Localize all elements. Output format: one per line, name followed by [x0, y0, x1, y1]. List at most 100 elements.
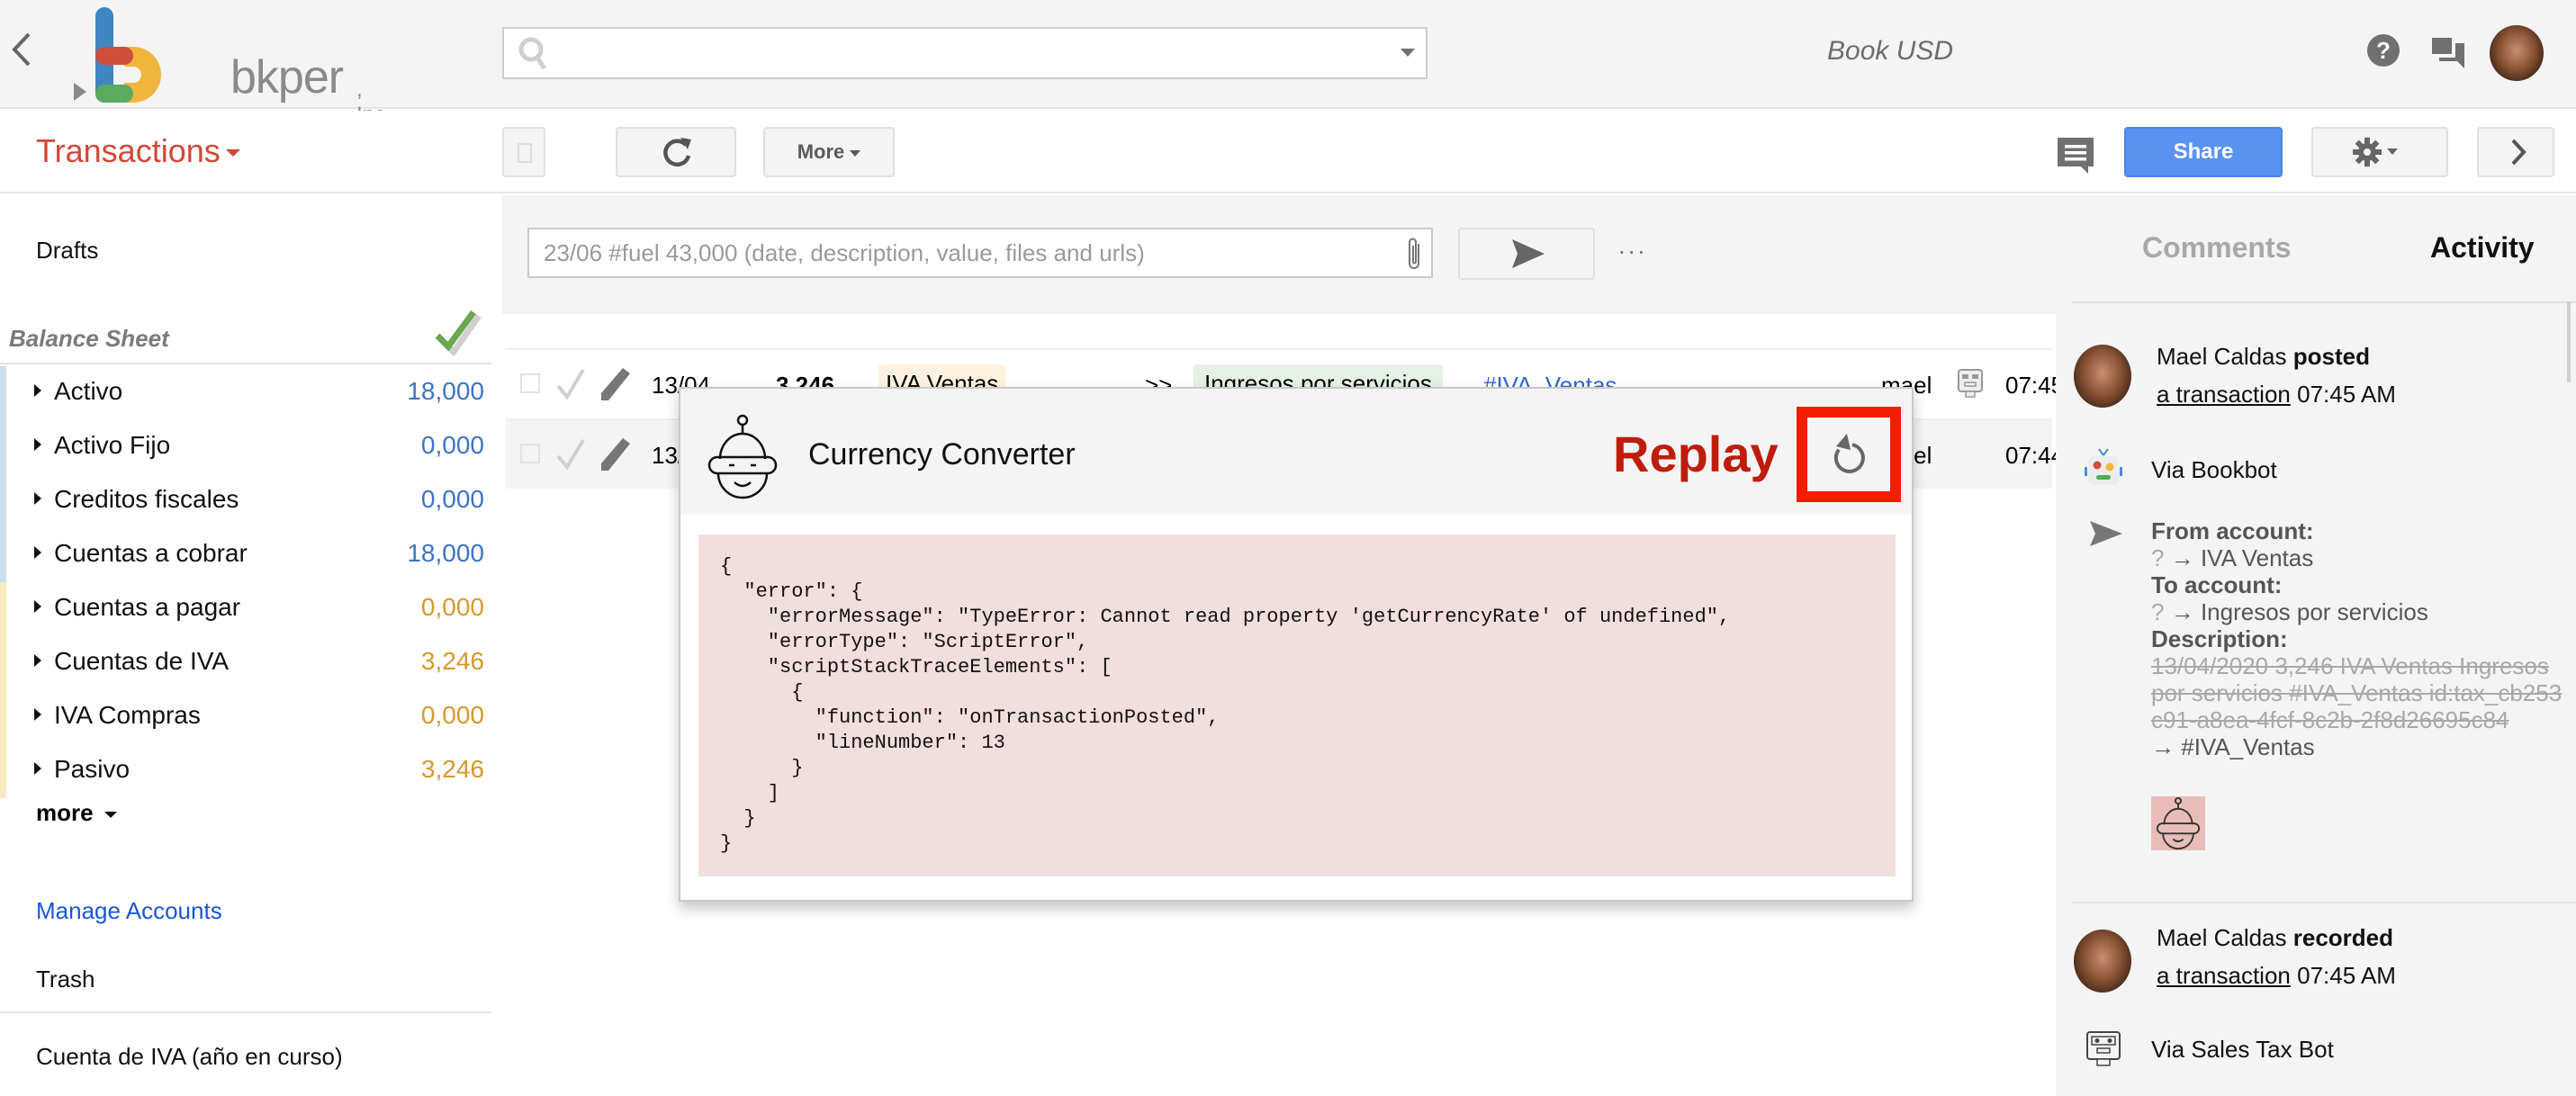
select-all-button[interactable]: [502, 127, 545, 177]
activity-object-link[interactable]: a transaction: [2157, 962, 2291, 989]
account-name: Cuentas a pagar: [54, 593, 241, 621]
to-account-change: ? → Ingresos por servicios: [2151, 598, 2565, 625]
replay-button[interactable]: [1797, 407, 1901, 502]
sidebar-item-drafts[interactable]: Drafts: [36, 237, 98, 265]
edit-pencil-icon[interactable]: [599, 366, 632, 402]
expand-triangle-icon[interactable]: [34, 762, 41, 775]
account-balance: 3,246: [420, 755, 484, 783]
account-balance: 0,000: [420, 485, 484, 513]
edit-pencil-icon[interactable]: [599, 436, 632, 472]
manage-accounts-link[interactable]: Manage Accounts: [36, 897, 222, 925]
activity-action: posted: [2292, 343, 2370, 370]
activity-time: 07:45 AM: [2297, 381, 2396, 408]
search-options-caret-icon[interactable]: [1401, 49, 1415, 57]
account-item[interactable]: Activo Fijo 0,000: [0, 420, 491, 474]
expand-triangle-icon[interactable]: [34, 438, 41, 451]
paperclip-icon[interactable]: [1404, 237, 1426, 273]
comments-toggle-button[interactable]: [2056, 136, 2095, 175]
user-avatar[interactable]: [2490, 25, 2544, 81]
account-group-stripe: [0, 582, 6, 636]
new-value: #IVA_Ventas: [2181, 733, 2315, 760]
activity-object-link[interactable]: a transaction: [2157, 381, 2291, 408]
book-title: Book USD: [1827, 36, 1954, 66]
composer-more-button[interactable]: ...: [1618, 231, 1647, 260]
account-name: Activo Fijo: [54, 431, 171, 459]
sales-tax-bot-icon: [2086, 1031, 2121, 1066]
account-group-stripe: [0, 420, 6, 474]
activity-action: recorded: [2292, 924, 2394, 951]
expand-triangle-icon[interactable]: [34, 708, 41, 721]
section-menu[interactable]: Transactions: [36, 132, 240, 170]
more-label: More: [797, 140, 845, 163]
activity-headline: Mael Caldas recorded: [2157, 924, 2393, 952]
account-item[interactable]: Pasivo 3,246: [0, 744, 491, 798]
more-button[interactable]: More: [763, 127, 895, 177]
chevron-left-icon: [12, 32, 31, 67]
bookbot-icon: [2085, 448, 2122, 485]
more-accounts-toggle[interactable]: more: [36, 799, 117, 827]
tab-activity[interactable]: Activity: [2430, 231, 2535, 265]
account-item[interactable]: Cuentas de IVA 3,246: [0, 636, 491, 690]
account-name: Creditos fiscales: [54, 485, 239, 513]
row-checkbox[interactable]: [520, 373, 540, 393]
send-button[interactable]: [1458, 228, 1595, 280]
from-account-change: ? → IVA Ventas: [2151, 544, 2565, 571]
expand-triangle-icon[interactable]: [34, 600, 41, 613]
search-box[interactable]: [502, 27, 1428, 79]
transaction-input-box[interactable]: [527, 228, 1433, 278]
sidebar-item-trash[interactable]: Trash: [36, 966, 95, 993]
sales-tax-bot-icon: [1958, 369, 1983, 398]
expand-triangle-icon[interactable]: [34, 384, 41, 397]
next-button[interactable]: [2477, 127, 2554, 177]
replay-icon: [1833, 434, 1865, 473]
account-balance: 0,000: [420, 431, 484, 459]
activity-meta: a transaction 07:45 AM: [2157, 381, 2396, 409]
transaction-composer-area: ...: [502, 195, 2056, 314]
description-old: 13/04/2020 3,246 IVA Ventas Ingresos por…: [2151, 652, 2562, 733]
check-icon[interactable]: [554, 436, 587, 472]
replay-label: Replay: [1613, 426, 1779, 482]
send-icon: [2090, 521, 2122, 546]
refresh-button[interactable]: [616, 127, 736, 177]
expand-triangle-icon[interactable]: [34, 492, 41, 505]
expand-triangle-icon[interactable]: [34, 546, 41, 559]
error-output: { "error": { "errorMessage": "TypeError:…: [698, 535, 1896, 876]
tab-comments[interactable]: Comments: [2142, 231, 2291, 265]
transaction-input[interactable]: [544, 237, 1372, 269]
error-json: { "error": { "errorMessage": "TypeError:…: [720, 555, 1731, 855]
account-group-stripe: [0, 690, 6, 744]
activity-panel: Comments Activity Mael Caldas posted a t…: [2056, 195, 2576, 1096]
activity-meta: a transaction 07:45 AM: [2157, 962, 2396, 990]
account-item[interactable]: Activo 18,000: [0, 366, 491, 420]
saved-query-item[interactable]: Cuenta de IVA (año en curso): [36, 1043, 343, 1071]
robot-icon: [707, 414, 778, 499]
feedback-icon[interactable]: [2430, 34, 2466, 70]
account-balance: 0,000: [420, 701, 484, 729]
back-button[interactable]: [5, 27, 41, 72]
bot-error-dialog: Currency Converter Replay { "error": { "…: [679, 387, 1914, 902]
settings-button[interactable]: [2311, 127, 2448, 177]
check-icon[interactable]: [554, 366, 587, 402]
expand-triangle-icon[interactable]: [34, 654, 41, 667]
divider: [0, 363, 491, 364]
account-item[interactable]: Cuentas a cobrar 18,000: [0, 528, 491, 582]
account-item[interactable]: Cuentas a pagar 0,000: [0, 582, 491, 636]
account-group-title[interactable]: Balance Sheet: [9, 325, 169, 353]
scrollbar[interactable]: [2567, 301, 2571, 382]
caret-down-icon: [225, 149, 240, 157]
help-icon[interactable]: ?: [2367, 34, 2400, 67]
account-group-stripe: [0, 366, 6, 420]
account-item[interactable]: Creditos fiscales 0,000: [0, 474, 491, 528]
bkper-logo[interactable]: bkper , Inc.: [70, 5, 392, 127]
account-balance: 0,000: [420, 593, 484, 621]
row-checkbox[interactable]: [520, 444, 540, 463]
section-title: Transactions: [36, 132, 221, 169]
share-button[interactable]: Share: [2124, 127, 2283, 177]
currency-converter-bot-thumbnail[interactable]: [2151, 796, 2205, 850]
account-item[interactable]: IVA Compras 0,000: [0, 690, 491, 744]
top-bar: bkper , Inc. Book USD ?: [0, 0, 2576, 127]
account-balance: 3,246: [420, 647, 484, 675]
chevron-right-icon: [2511, 139, 2526, 166]
search-input[interactable]: [558, 36, 1368, 70]
activity-headline: Mael Caldas posted: [2157, 343, 2370, 371]
